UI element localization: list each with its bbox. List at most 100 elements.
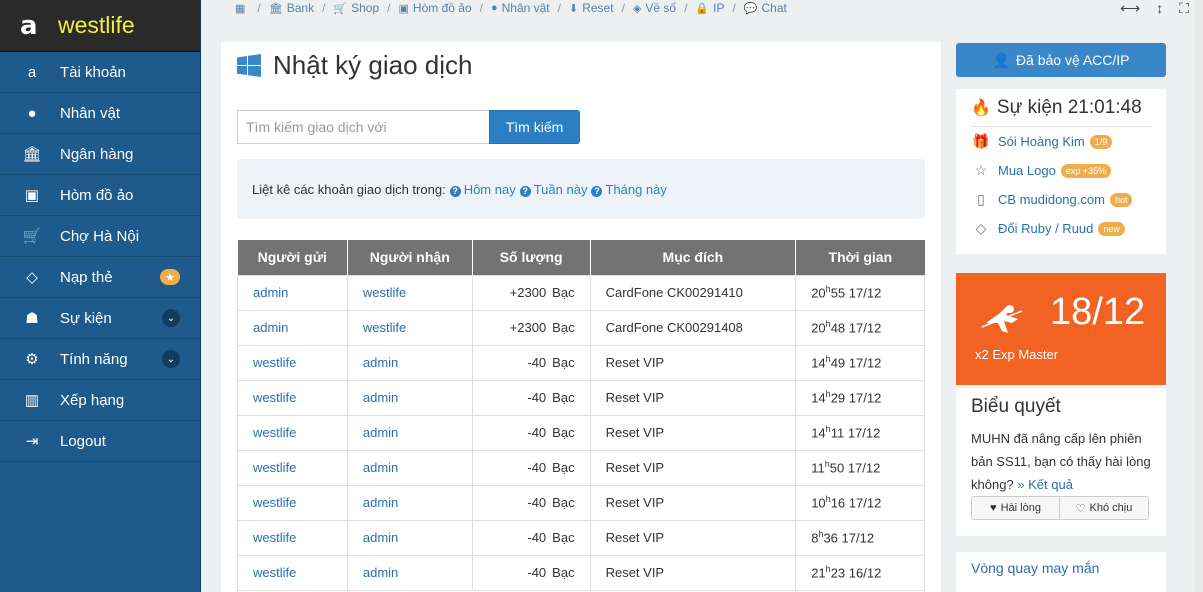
- sender-link[interactable]: admin: [237, 309, 348, 346]
- sidebar-item-label: Tài khoản: [60, 63, 126, 81]
- poll-results-link[interactable]: » Kết quả: [1017, 477, 1073, 492]
- sidebar-item-label: Xếp hạng: [60, 391, 125, 409]
- sender-link[interactable]: westlife: [237, 554, 348, 591]
- amount-cell: +2300 Bạc: [471, 309, 591, 346]
- receiver-link[interactable]: admin: [346, 449, 473, 486]
- receiver-link[interactable]: admin: [346, 554, 473, 591]
- table-row: admin westlife +2300 Bạc CardFone CK00291410…: [237, 274, 925, 311]
- nav-link[interactable]: ▣ Hòm đồ ảo: [399, 1, 472, 15]
- search-button[interactable]: Tìm kiếm: [489, 110, 580, 144]
- lucky-wheel-link[interactable]: Vòng quay may mắn: [956, 552, 1166, 576]
- sidebar-item[interactable]: ▣ Hòm đồ ảo: [0, 175, 200, 216]
- tag-icon: ◈: [632, 2, 642, 15]
- nav-link[interactable]: ◈ Về số: [633, 1, 676, 15]
- poll-title: Biểu quyết: [971, 396, 1061, 417]
- nav-link[interactable]: 🛒 Shop: [333, 1, 379, 15]
- header-time[interactable]: Thời gian: [795, 240, 925, 275]
- sender-link[interactable]: admin: [237, 274, 348, 311]
- protect-account-button[interactable]: 👤 Đã bảo vệ ACC/IP: [956, 43, 1166, 77]
- sidebar-item-label: Logout: [60, 432, 106, 450]
- expand-horizontal-icon[interactable]: ⟷: [1120, 0, 1140, 17]
- filter-week[interactable]: ? Tuần này: [519, 182, 587, 197]
- sender-link[interactable]: westlife: [237, 484, 348, 521]
- search-input[interactable]: [237, 110, 489, 144]
- event-item[interactable]: ☆ Mua Logo exp +35%: [956, 156, 1166, 185]
- android-icon: ☗: [25, 310, 39, 327]
- diamond-icon: ◇: [26, 269, 38, 286]
- receiver-link[interactable]: westlife: [346, 274, 473, 311]
- poll-yes-button[interactable]: ♥ Hài lòng: [971, 496, 1060, 520]
- chevron-down-icon[interactable]: ⌄: [162, 350, 180, 368]
- sender-link[interactable]: westlife: [237, 449, 348, 486]
- amount-cell: -40 Bạc: [471, 554, 591, 591]
- header-purpose[interactable]: Mục đích: [590, 240, 797, 275]
- event-item[interactable]: 🎁 Sói Hoàng Kim 1/9: [956, 127, 1166, 156]
- receiver-link[interactable]: admin: [346, 344, 473, 381]
- page-title-text: Nhật ký giao dịch: [273, 50, 473, 80]
- receiver-link[interactable]: admin: [346, 414, 473, 451]
- receiver-link[interactable]: admin: [346, 519, 473, 556]
- top-nav: ▦ / 🏛 Bank / 🛒 Shop / ▣ Hòm đồ ảo / ● Nhân vật / ⬇ Res…: [201, 0, 1203, 16]
- expand-vertical-icon[interactable]: ↕: [1156, 0, 1163, 17]
- nav-link[interactable]: 🔒 IP: [695, 1, 724, 15]
- question-icon: ?: [591, 185, 603, 197]
- amazon-logo-icon: a: [20, 10, 38, 41]
- poll-no-button[interactable]: ♡ Khó chịu: [1060, 496, 1149, 520]
- event-label: CB mudidong.com: [998, 192, 1105, 207]
- purpose-cell: CardFone CK00291410: [589, 274, 797, 311]
- nav-link[interactable]: ● Nhân vật: [491, 1, 550, 15]
- briefcase-icon: ▣: [398, 2, 409, 15]
- fullscreen-icon[interactable]: ⛶: [1179, 0, 1189, 17]
- event-item[interactable]: ◇ Đổi Ruby / Ruud new: [956, 214, 1166, 243]
- sidebar-item[interactable]: ☗ Sự kiện ⌄: [0, 298, 200, 339]
- nav-link[interactable]: 💬 Chat: [744, 1, 787, 15]
- chevron-down-icon[interactable]: ⌄: [162, 309, 180, 327]
- nav-link[interactable]: ⬇ Reset: [569, 1, 614, 15]
- sidebar-item[interactable]: ⇥ Logout: [0, 421, 200, 462]
- filter-today[interactable]: ? Hôm nay: [449, 182, 516, 197]
- divider: [971, 126, 1151, 127]
- filter-month[interactable]: ? Tháng này: [591, 182, 667, 197]
- promo-banner[interactable]: 18/12 x2 Exp Master: [956, 273, 1166, 385]
- sidebar-item[interactable]: ▥ Xếp hạng: [0, 380, 200, 421]
- sidebar-item[interactable]: a Tài khoản: [0, 52, 200, 93]
- nav-link-label: Reset: [582, 1, 614, 15]
- amount-cell: -40 Bạc: [471, 344, 591, 381]
- filter-box: Liệt kê các khoản giao dịch trong: ? Hôm …: [237, 159, 925, 219]
- windows-icon: [237, 53, 261, 77]
- filter-label: Liệt kê các khoản giao dịch trong:: [252, 181, 446, 197]
- receiver-link[interactable]: admin: [346, 379, 473, 416]
- amazon-icon: a: [27, 63, 37, 81]
- receiver-link[interactable]: admin: [346, 484, 473, 521]
- sidebar-item[interactable]: 🛒 Chợ Hà Nội: [0, 216, 200, 257]
- user-secret-icon: 👤: [992, 51, 1010, 68]
- event-item[interactable]: ▯ CB mudidong.com hot: [956, 185, 1166, 214]
- page-scrollbar[interactable]: [1195, 0, 1203, 592]
- sender-link[interactable]: westlife: [237, 519, 348, 556]
- header-sender[interactable]: Người gửi: [237, 240, 348, 275]
- sidebar-item[interactable]: ◇ Nạp thẻ ★: [0, 257, 200, 298]
- sidebar-item[interactable]: ● Nhân vật: [0, 93, 200, 134]
- brand[interactable]: a westlife: [0, 0, 200, 52]
- nav-link[interactable]: 🏛 Bank: [269, 1, 314, 15]
- sender-link[interactable]: westlife: [237, 344, 348, 381]
- poll-card: Biểu quyết MUHN đã nâng cấp lên phiên bả…: [956, 388, 1166, 536]
- time-cell: 14h29 17/12: [795, 379, 925, 416]
- amount-cell: -40 Bạc: [471, 449, 591, 486]
- sidebar-item[interactable]: ⚙ Tính năng ⌄: [0, 339, 200, 380]
- main-panel: Nhật ký giao dịch Tìm kiếm Liệt kê các k…: [221, 42, 941, 592]
- cart-icon: 🛒: [22, 228, 42, 245]
- table-row: westlife admin -40 Bạc Reset VIP 14h11 17/12: [237, 414, 925, 451]
- receiver-link[interactable]: westlife: [346, 309, 473, 346]
- sender-link[interactable]: westlife: [237, 379, 348, 416]
- sender-link[interactable]: westlife: [237, 414, 348, 451]
- time-cell: 11h50 17/12: [795, 449, 925, 486]
- poll-buttons: ♥ Hài lòng ♡ Khó chịu: [971, 496, 1149, 520]
- nav-separator: /: [322, 1, 326, 15]
- header-amount[interactable]: Số lượng: [472, 240, 591, 275]
- calendar-icon[interactable]: ▦: [235, 2, 245, 15]
- question-icon: ?: [519, 185, 531, 197]
- sidebar-item[interactable]: 🏛 Ngân hàng: [0, 134, 200, 175]
- star-badge: ★: [160, 269, 180, 285]
- header-receiver[interactable]: Người nhận: [347, 240, 473, 275]
